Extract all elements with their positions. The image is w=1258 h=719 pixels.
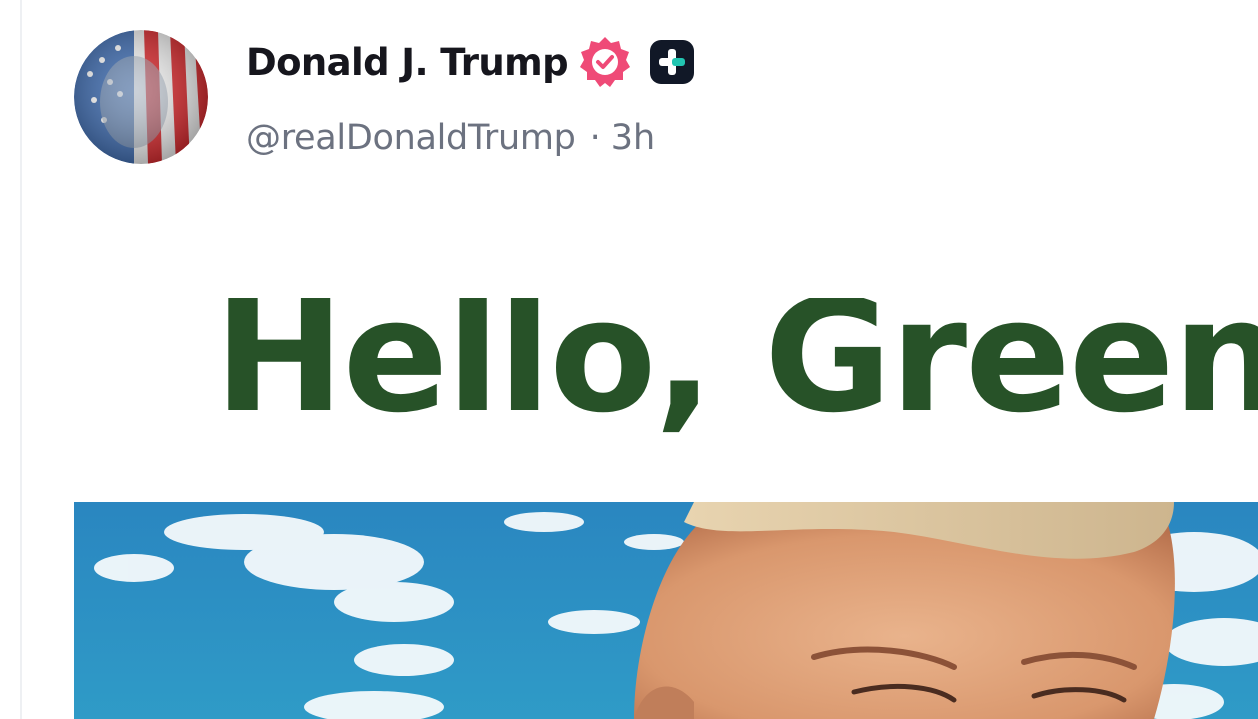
media-headline-banner: Hello, Greenl <box>74 298 1258 500</box>
plus-badge-icon <box>650 40 694 84</box>
column-divider <box>20 0 22 719</box>
media-headline: Hello, Greenl <box>214 298 1258 447</box>
author-avatar[interactable] <box>74 30 208 164</box>
verified-badge-icon <box>580 37 630 87</box>
author-meta-row: @realDonaldTrump · 3h <box>246 110 655 166</box>
author-name-row: Donald J. Trump <box>246 34 696 90</box>
author-handle[interactable]: @realDonaldTrump <box>246 118 576 158</box>
author-display-name[interactable]: Donald J. Trump <box>246 41 569 84</box>
avatar-image <box>74 30 208 164</box>
post-card: Donald J. Trump @realDonaldTrump · 3h He… <box>0 0 1258 719</box>
post-timestamp[interactable]: 3h <box>611 118 655 158</box>
portrait-photo <box>74 502 1258 719</box>
meta-separator: · <box>589 118 601 158</box>
post-media[interactable]: Hello, Greenl <box>74 298 1258 719</box>
